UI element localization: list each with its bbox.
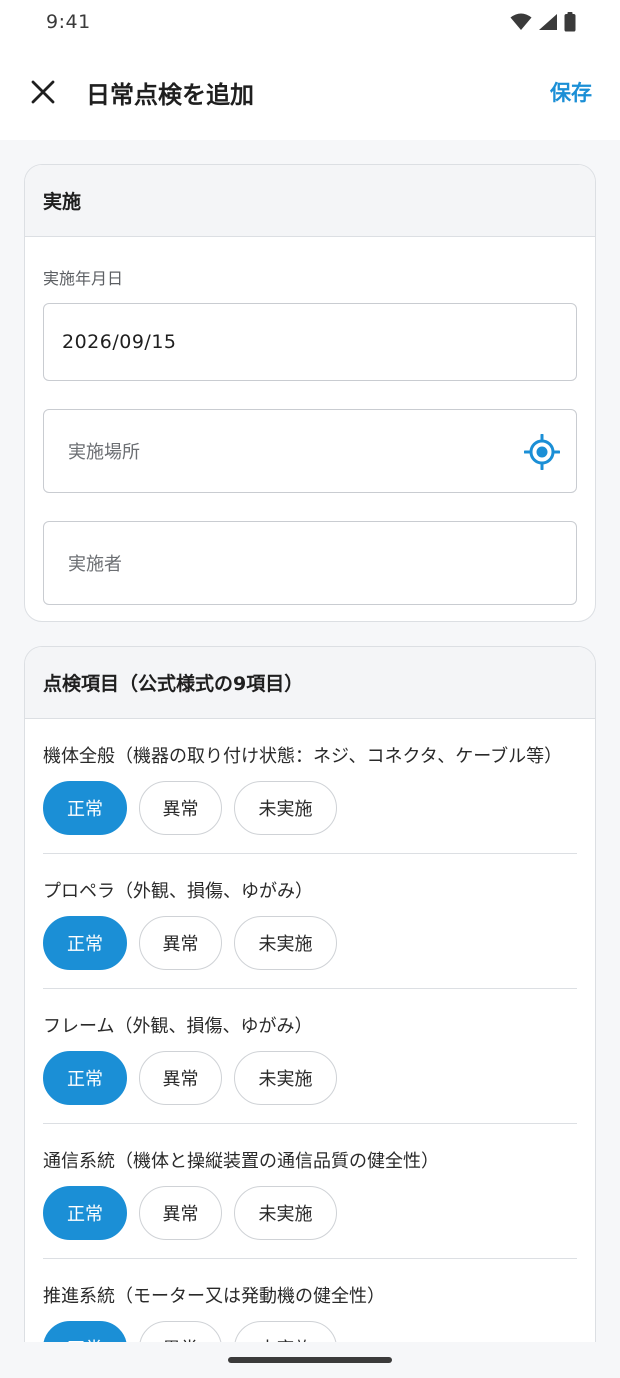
inspection-item: 通信系統（機体と操縦装置の通信品質の健全性） 正常 異常 未実施 xyxy=(43,1124,577,1259)
inspection-item-label: 機体全般（機器の取り付け状態：ネジ、コネクタ、ケーブル等） xyxy=(43,746,563,767)
date-value: 2026/09/15 xyxy=(62,331,177,353)
location-placeholder: 実施場所 xyxy=(68,442,140,463)
inspection-item-label: フレーム（外観、損傷、ゆがみ） xyxy=(43,1016,313,1037)
close-icon xyxy=(31,80,55,104)
inspection-item: 推進系統（モーター又は発動機の健全性） 正常異常未実施 xyxy=(43,1259,577,1342)
status-chip[interactable]: 正常 xyxy=(43,1051,127,1105)
status-icons xyxy=(510,12,576,32)
save-button[interactable]: 保存 xyxy=(550,77,592,107)
status-chip[interactable]: 正常 xyxy=(43,916,127,970)
app-bar: 日常点検を追加 保存 xyxy=(0,44,620,140)
status-chip-group: 正常異常未実施 xyxy=(43,1051,577,1105)
wifi-icon xyxy=(510,13,532,30)
status-chip[interactable]: 未実施 xyxy=(234,916,337,970)
status-chip[interactable]: 異常 xyxy=(139,1051,222,1105)
location-field[interactable]: 実施場所 xyxy=(43,409,577,493)
status-chip-group: 正常異常未実施 xyxy=(43,781,577,835)
status-chip-group: 正常異常未実施 xyxy=(43,1321,577,1342)
inspection-card: 点検項目（公式様式の9項目） 機体全般（機器の取り付け状態：ネジ、コネクタ、ケー… xyxy=(24,646,596,1342)
inspection-item-label: プロペラ（外観、損傷、ゆがみ） xyxy=(43,881,313,902)
home-gesture-handle[interactable] xyxy=(228,1357,392,1363)
inspection-item: フレーム（外観、損傷、ゆがみ） 正常 異常 未実施 xyxy=(43,989,577,1124)
status-bar: 9:41 xyxy=(0,0,620,44)
status-chip[interactable]: 未実施 xyxy=(234,781,337,835)
inspection-item-label: 通信系統（機体と操縦装置の通信品質の健全性） xyxy=(43,1151,439,1172)
my-location-icon[interactable] xyxy=(524,434,560,470)
implementation-card: 実施 実施年月日 2026/09/15 実施場所 実施者 xyxy=(24,164,596,622)
status-chip-group: 正常異常未実施 xyxy=(43,1186,577,1240)
inspection-item: プロペラ（外観、損傷、ゆがみ） 正常 異常 未実施 xyxy=(43,854,577,989)
status-chip[interactable]: 正常 xyxy=(43,781,127,835)
cellular-signal-icon xyxy=(539,14,557,30)
status-chip[interactable]: 異常 xyxy=(139,1321,222,1342)
battery-icon xyxy=(564,12,576,32)
status-time: 9:41 xyxy=(46,11,91,33)
status-chip[interactable]: 異常 xyxy=(139,916,222,970)
status-chip[interactable]: 正常 xyxy=(43,1186,127,1240)
inspection-card-header: 点検項目（公式様式の9項目） xyxy=(25,647,595,719)
close-button[interactable] xyxy=(26,75,60,109)
performer-field[interactable]: 実施者 xyxy=(43,521,577,605)
status-chip[interactable]: 異常 xyxy=(139,1186,222,1240)
page-title: 日常点検を追加 xyxy=(86,80,254,109)
inspection-items: 機体全般（機器の取り付け状態：ネジ、コネクタ、ケーブル等） 正常 異常 未実施 プロペラ… xyxy=(25,719,595,1342)
implementation-card-header: 実施 xyxy=(25,165,595,237)
form-content[interactable]: 実施 実施年月日 2026/09/15 実施場所 実施者 点検項目（公式様式の9… xyxy=(0,140,620,1342)
status-chip[interactable]: 未実施 xyxy=(234,1321,337,1342)
status-chip[interactable]: 異常 xyxy=(139,781,222,835)
date-label: 実施年月日 xyxy=(43,269,124,288)
status-chip[interactable]: 正常 xyxy=(43,1321,127,1342)
inspection-item: 機体全般（機器の取り付け状態：ネジ、コネクタ、ケーブル等） 正常 異常 未実施 xyxy=(43,743,577,854)
status-chip[interactable]: 未実施 xyxy=(234,1186,337,1240)
performer-placeholder: 実施者 xyxy=(68,554,122,575)
status-chip[interactable]: 未実施 xyxy=(234,1051,337,1105)
inspection-item-label: 推進系統（モーター又は発動機の健全性） xyxy=(43,1286,385,1307)
status-chip-group: 正常異常未実施 xyxy=(43,916,577,970)
date-field[interactable]: 2026/09/15 xyxy=(43,303,577,381)
navigation-bar xyxy=(0,1342,620,1378)
